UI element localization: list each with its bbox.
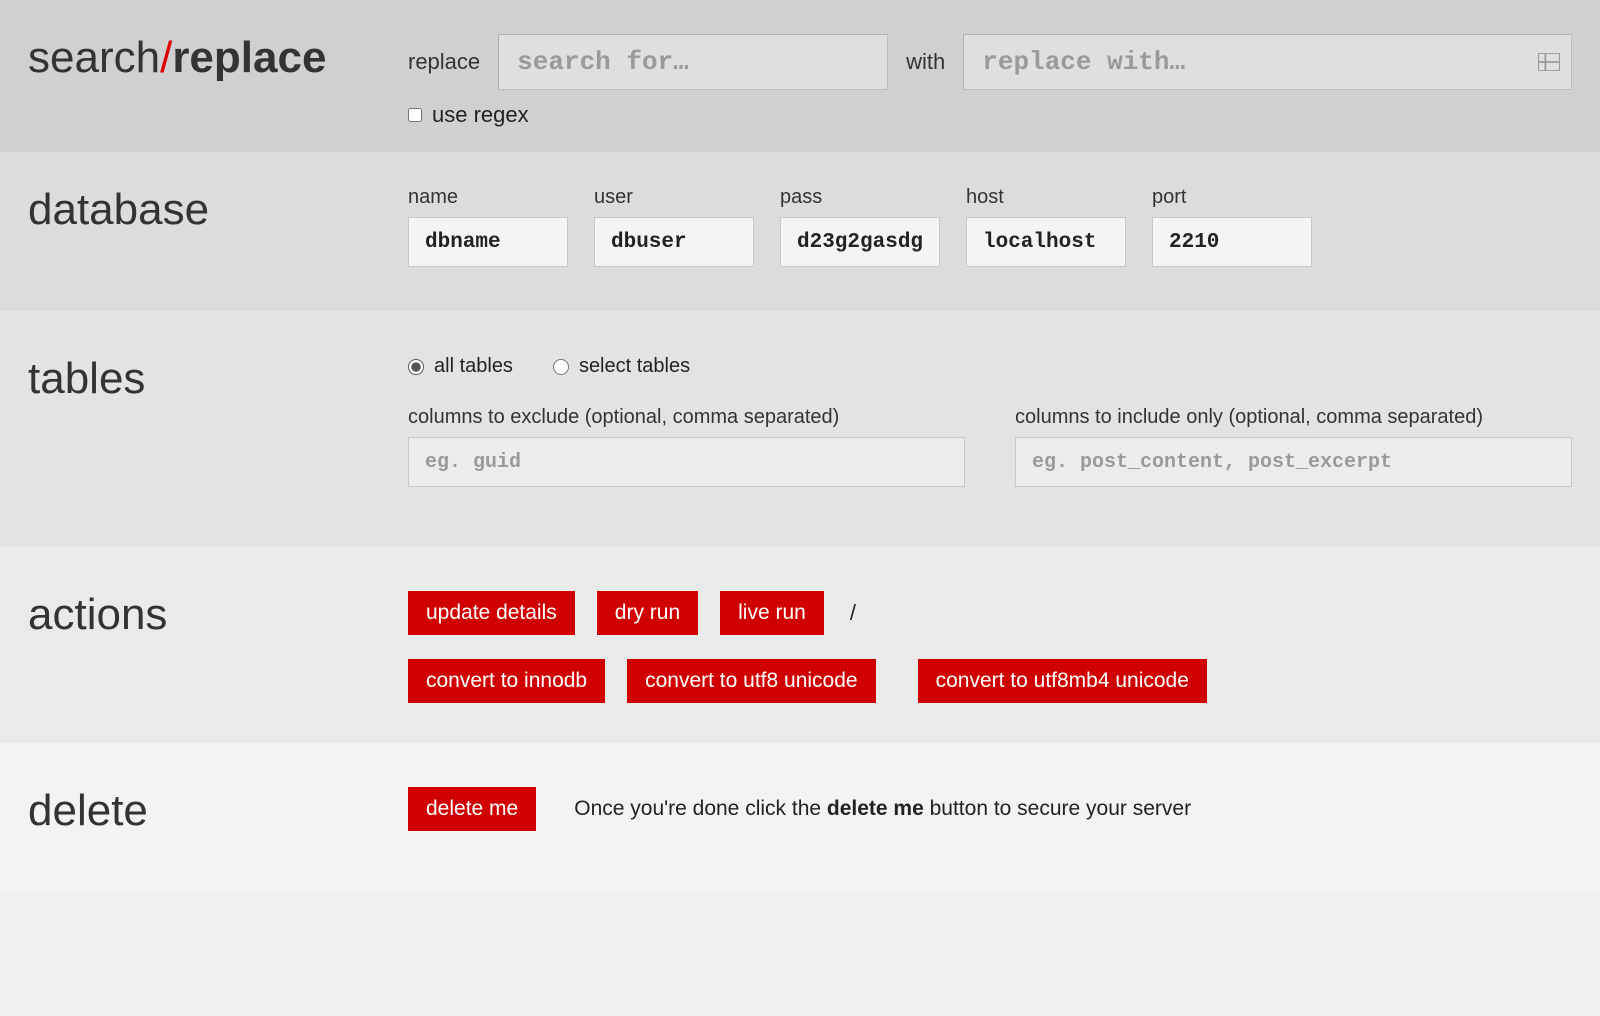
db-user-label: user <box>594 186 754 209</box>
update-details-button[interactable]: update details <box>408 591 575 635</box>
delete-text: Once you're done click the delete me but… <box>574 797 1191 821</box>
title-replace: replace <box>172 33 326 82</box>
db-port-label: port <box>1152 186 1312 209</box>
db-pass-label: pass <box>780 186 940 209</box>
radio-all-tables-input[interactable] <box>408 359 424 375</box>
db-host-label: host <box>966 186 1126 209</box>
replace-input[interactable] <box>963 34 1572 90</box>
replace-label: replace <box>408 49 480 75</box>
page-title: search/replace <box>28 34 408 80</box>
db-name-input[interactable] <box>408 217 568 267</box>
db-host-input[interactable] <box>966 217 1126 267</box>
db-port-input[interactable] <box>1152 217 1312 267</box>
delete-text-after: button to secure your server <box>924 797 1191 820</box>
radio-all-tables-label: all tables <box>434 355 513 378</box>
radio-select-tables-label: select tables <box>579 355 690 378</box>
convert-utf8-button[interactable]: convert to utf8 unicode <box>627 659 875 703</box>
include-label: columns to include only (optional, comma… <box>1015 406 1572 429</box>
delete-heading: delete <box>28 787 408 833</box>
tables-heading: tables <box>28 355 408 401</box>
db-user-input[interactable] <box>594 217 754 267</box>
radio-all-tables[interactable]: all tables <box>408 355 513 378</box>
use-regex-checkbox[interactable] <box>408 108 422 122</box>
exclude-input[interactable] <box>408 437 965 487</box>
title-slash: / <box>160 33 172 82</box>
db-pass-input[interactable] <box>780 217 940 267</box>
convert-utf8mb4-button[interactable]: convert to utf8mb4 unicode <box>918 659 1207 703</box>
title-search: search <box>28 33 160 82</box>
include-input[interactable] <box>1015 437 1572 487</box>
dry-run-button[interactable]: dry run <box>597 591 698 635</box>
use-regex-label: use regex <box>432 102 529 128</box>
radio-select-tables[interactable]: select tables <box>553 355 690 378</box>
search-input[interactable] <box>498 34 888 90</box>
grid-icon[interactable] <box>1538 53 1560 71</box>
use-regex-row[interactable]: use regex <box>408 102 1572 128</box>
section-database: database name user pass host port <box>0 152 1600 311</box>
convert-innodb-button[interactable]: convert to innodb <box>408 659 605 703</box>
delete-me-button[interactable]: delete me <box>408 787 536 831</box>
section-delete: delete delete me Once you're done click … <box>0 743 1600 893</box>
delete-text-before: Once you're done click the <box>574 797 827 820</box>
section-actions: actions update details dry run live run … <box>0 547 1600 743</box>
exclude-label: columns to exclude (optional, comma sepa… <box>408 406 965 429</box>
live-run-button[interactable]: live run <box>720 591 824 635</box>
radio-select-tables-input[interactable] <box>553 359 569 375</box>
actions-separator: / <box>846 600 860 626</box>
section-tables: tables all tables select tables columns … <box>0 311 1600 547</box>
db-name-label: name <box>408 186 568 209</box>
with-label: with <box>906 49 945 75</box>
database-heading: database <box>28 186 408 232</box>
actions-heading: actions <box>28 591 408 637</box>
section-search-replace: search/replace replace with use regex <box>0 0 1600 152</box>
delete-text-bold: delete me <box>827 797 924 820</box>
